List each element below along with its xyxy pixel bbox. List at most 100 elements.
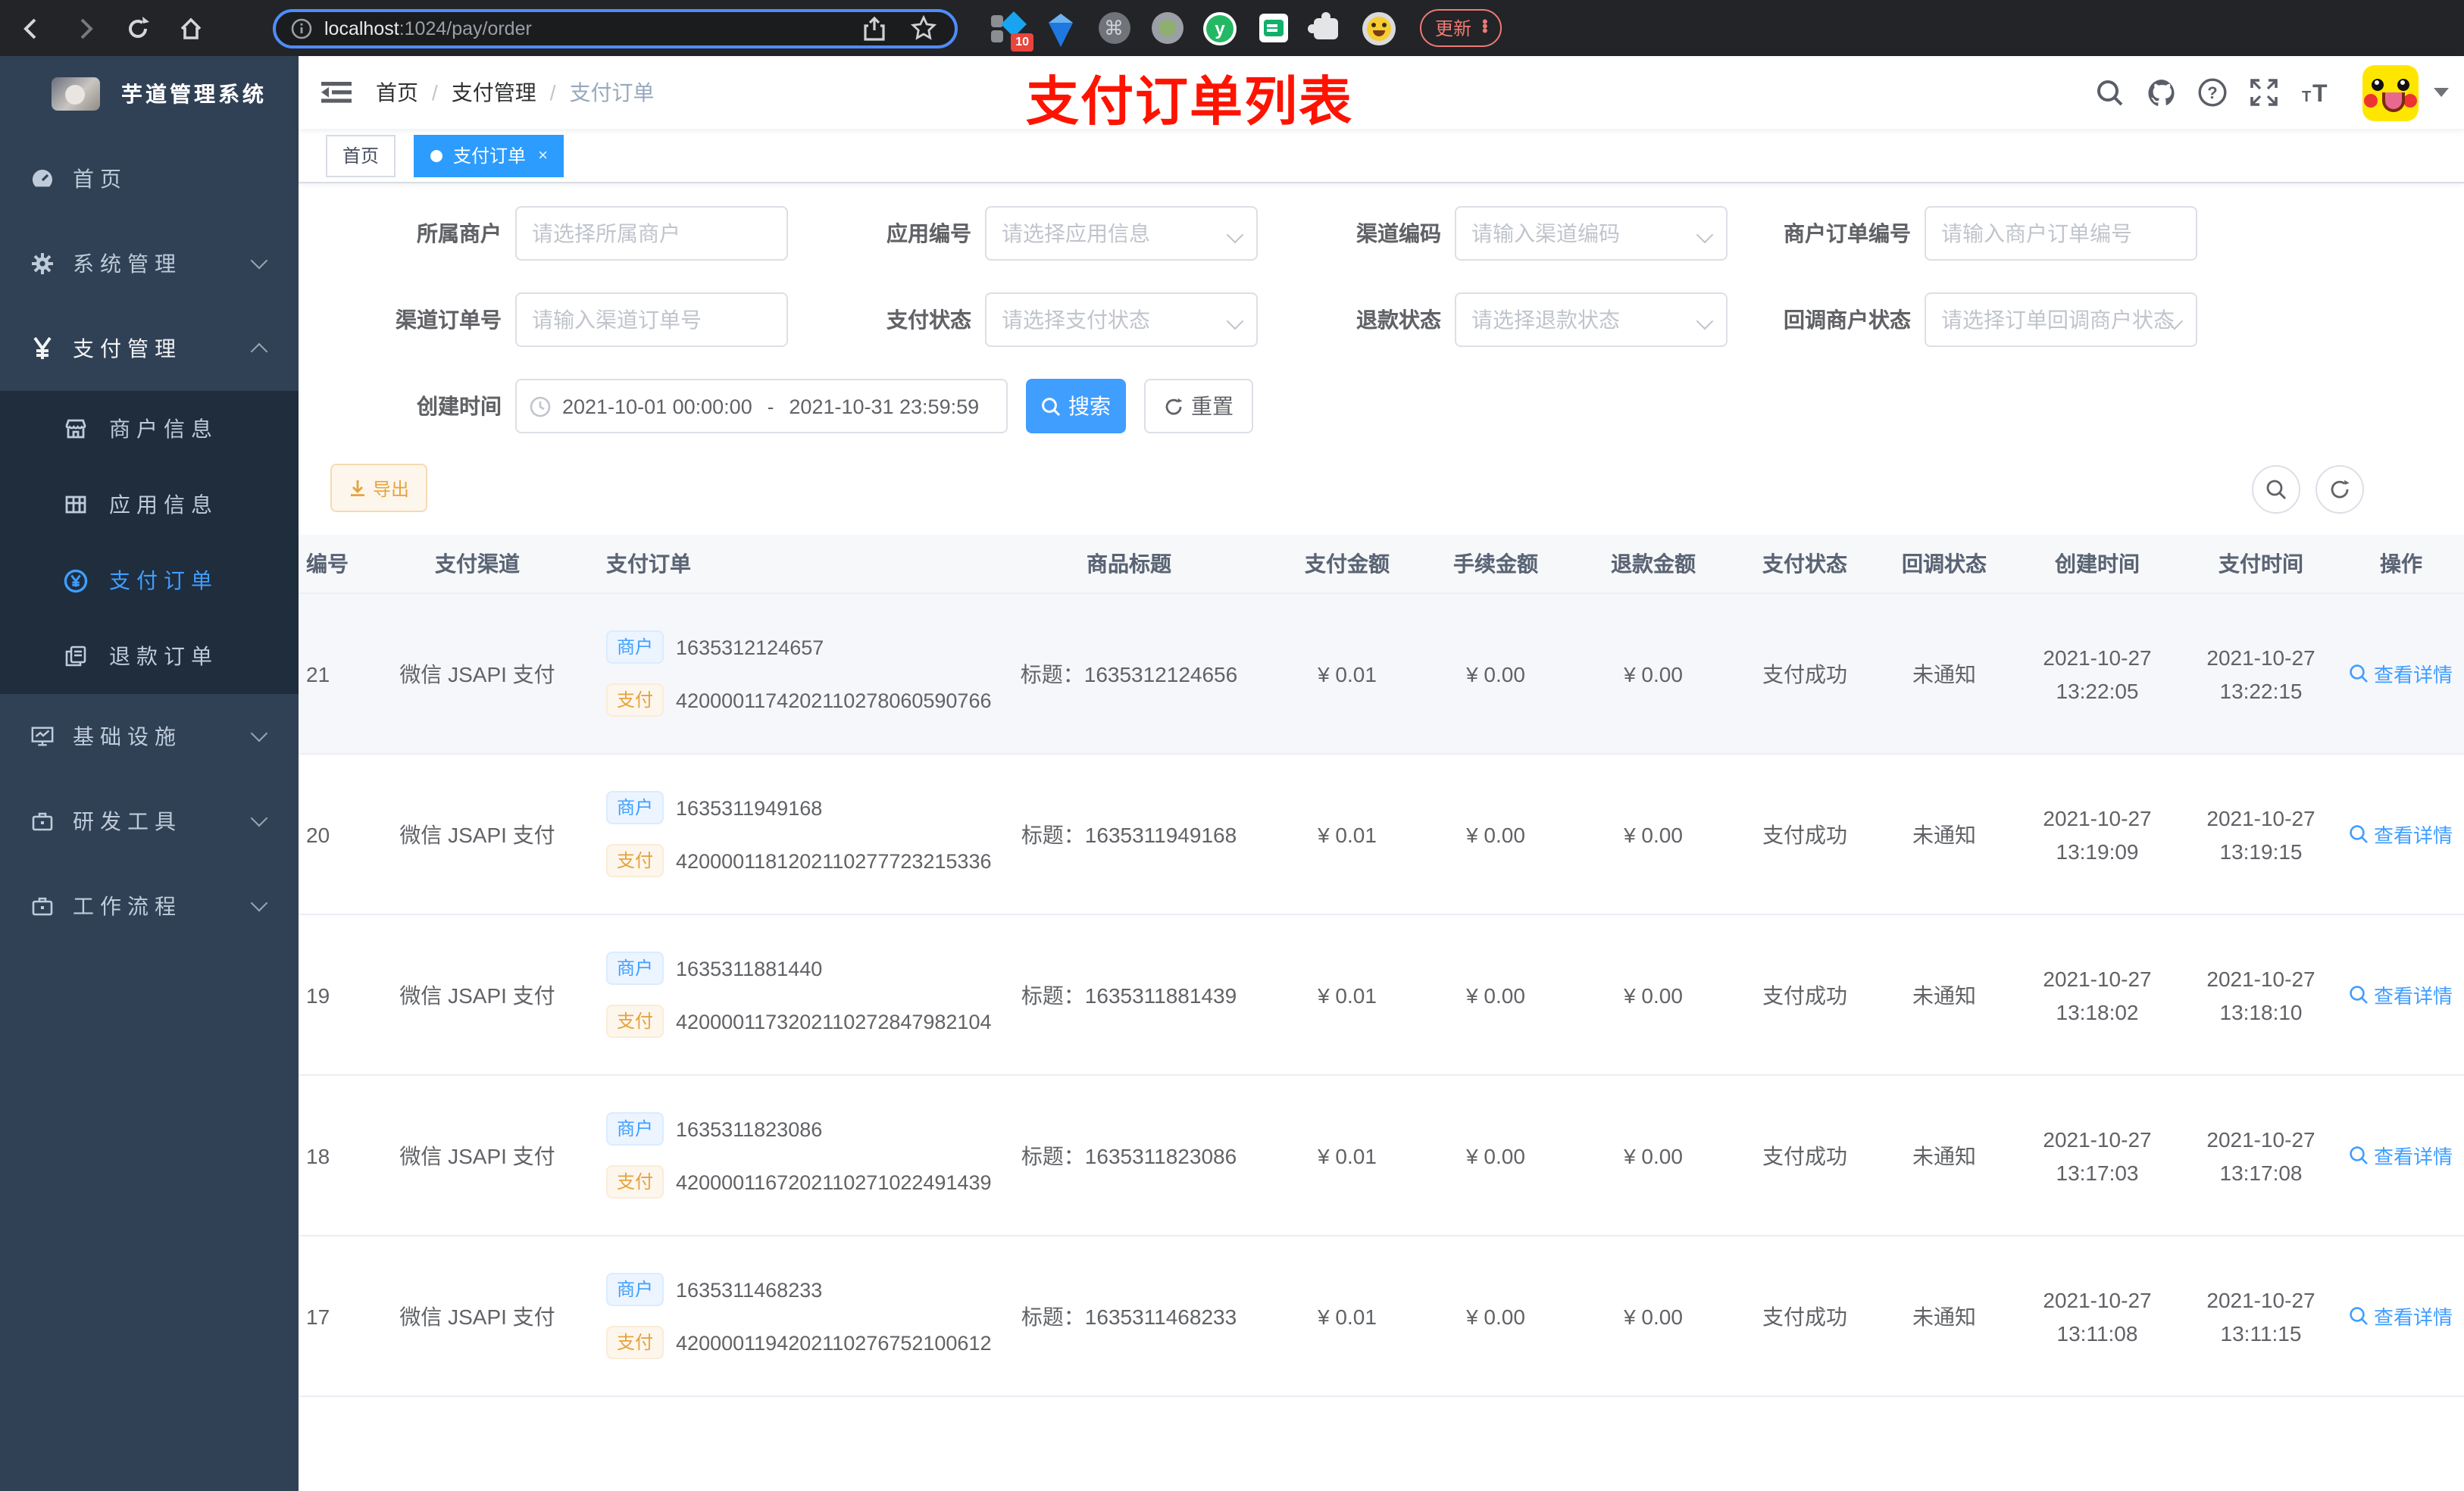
profile-emoji-icon[interactable] bbox=[1362, 11, 1396, 45]
avatar-dropdown-icon[interactable] bbox=[2434, 88, 2449, 97]
yen-icon bbox=[30, 336, 55, 361]
extension-command-icon[interactable]: ⌘ bbox=[1097, 11, 1130, 45]
share-icon[interactable] bbox=[858, 11, 891, 45]
collapse-sidebar-icon[interactable] bbox=[321, 77, 352, 108]
header-search-icon[interactable] bbox=[2093, 76, 2126, 109]
cell-amount: ¥ 0.01 bbox=[1318, 661, 1377, 686]
github-icon[interactable] bbox=[2144, 76, 2178, 109]
refresh-table-button[interactable] bbox=[2315, 465, 2364, 514]
sidebar-item-3[interactable]: 商户信息 bbox=[0, 391, 299, 467]
url-path: :1024/pay/order bbox=[399, 17, 532, 39]
extension-yuque-icon[interactable]: y bbox=[1203, 11, 1237, 45]
search-button[interactable]: 搜索 bbox=[1026, 379, 1126, 433]
filter-input[interactable]: 请输入渠道订单号 bbox=[515, 292, 788, 347]
view-detail-link[interactable]: 查看详情 bbox=[2350, 1141, 2453, 1170]
breadcrumb-separator: / bbox=[432, 80, 438, 105]
url-host: localhost bbox=[324, 17, 399, 39]
help-icon[interactable]: ? bbox=[2196, 76, 2229, 109]
breadcrumb-item-1[interactable]: 支付管理 bbox=[452, 77, 536, 108]
view-detail-link[interactable]: 查看详情 bbox=[2350, 980, 2453, 1009]
date-range-picker[interactable]: 2021-10-01 00:00:00 - 2021-10-31 23:59:5… bbox=[515, 379, 1008, 433]
sidebar-item-4[interactable]: 应用信息 bbox=[0, 467, 299, 542]
reload-icon[interactable] bbox=[121, 11, 155, 45]
user-avatar[interactable] bbox=[2362, 64, 2419, 120]
cell-title: 标题：1635312124656 bbox=[1020, 661, 1238, 686]
tab-0[interactable]: 首页 bbox=[326, 134, 396, 177]
extensions-puzzle-icon[interactable] bbox=[1308, 11, 1343, 45]
sidebar-menu: 首页 系统管理 支付管理 商户信息 应用信息 支付订单 退款订单基础设施研发工具工作流程 bbox=[0, 136, 299, 949]
filter-input[interactable]: 请选择所属商户 bbox=[515, 206, 788, 261]
filter-select[interactable]: 请输入渠道编码 bbox=[1455, 206, 1728, 261]
extension-diamond-icon[interactable]: 10 bbox=[991, 11, 1033, 51]
cell-notify: 未通知 bbox=[1912, 1304, 1976, 1328]
sidebar-item-label: 工作流程 bbox=[73, 894, 182, 918]
sidebar-item-1[interactable]: 系统管理 bbox=[0, 221, 299, 306]
sidebar-item-9[interactable]: 工作流程 bbox=[0, 864, 299, 949]
breadcrumb-item-0[interactable]: 首页 bbox=[376, 77, 418, 108]
sidebar-item-2[interactable]: 支付管理 bbox=[0, 306, 299, 391]
address-bar[interactable]: localhost:1024/pay/order bbox=[273, 8, 958, 48]
column-header-1: 支付渠道 bbox=[435, 552, 520, 576]
filter-group-5: 支付状态 请选择支付状态 bbox=[800, 292, 1270, 347]
cell-fee: ¥ 0.00 bbox=[1466, 1304, 1525, 1328]
browser-menu-icon[interactable]: • • • bbox=[1482, 14, 1488, 40]
date-start-value: 2021-10-01 00:00:00 bbox=[562, 395, 752, 417]
fullscreen-icon[interactable] bbox=[2247, 76, 2281, 109]
filter-select[interactable]: 请选择支付状态 bbox=[985, 292, 1258, 347]
view-detail-link[interactable]: 查看详情 bbox=[2350, 1302, 2453, 1330]
extension-chat-icon[interactable] bbox=[1256, 11, 1290, 45]
back-icon[interactable] bbox=[15, 11, 48, 45]
cell-id: 18 bbox=[306, 1143, 330, 1167]
view-detail-link[interactable]: 查看详情 bbox=[2350, 820, 2453, 849]
bookmark-star-icon[interactable] bbox=[906, 11, 940, 45]
tab-close-icon[interactable]: × bbox=[538, 146, 548, 164]
cell-channel: 微信 JSAPI 支付 bbox=[399, 661, 555, 686]
filter-select[interactable]: 请选择退款状态 bbox=[1455, 292, 1728, 347]
cell-create-time: 2021-10-27 13:22:05 bbox=[2043, 645, 2152, 702]
home-icon[interactable] bbox=[174, 11, 208, 45]
cell-id: 19 bbox=[306, 983, 330, 1007]
cell-pay-time: 2021-10-27 13:22:15 bbox=[2206, 645, 2315, 702]
sidebar-item-7[interactable]: 基础设施 bbox=[0, 694, 299, 779]
filter-group-7: 回调商户状态 请选择订单回调商户状态 bbox=[1740, 292, 2209, 347]
cell-notify: 未通知 bbox=[1912, 983, 1976, 1007]
sidebar-item-0[interactable]: 首页 bbox=[0, 136, 299, 221]
filter-input[interactable]: 请输入商户订单编号 bbox=[1925, 206, 2197, 261]
briefcase-icon bbox=[30, 809, 55, 833]
reset-button[interactable]: 重置 bbox=[1144, 379, 1253, 433]
site-info-icon[interactable] bbox=[291, 17, 312, 39]
filter-select[interactable]: 请选择应用信息 bbox=[985, 206, 1258, 261]
sidebar-item-6[interactable]: 退款订单 bbox=[0, 618, 299, 694]
filter-select[interactable]: 请选择订单回调商户状态 bbox=[1925, 292, 2197, 347]
merchant-order-no: 1635312124657 bbox=[676, 636, 824, 658]
extension-kite-icon[interactable] bbox=[1044, 11, 1077, 46]
view-detail-link[interactable]: 查看详情 bbox=[2350, 659, 2453, 688]
sidebar-item-5[interactable]: 支付订单 bbox=[0, 542, 299, 618]
column-header-0: 编号 bbox=[306, 552, 349, 576]
sidebar-item-label: 基础设施 bbox=[73, 724, 182, 749]
column-header-2: 支付订单 bbox=[606, 552, 691, 576]
chrome-update-button[interactable]: 更新 • • • bbox=[1420, 9, 1502, 47]
chevron-down-icon bbox=[1696, 226, 1714, 244]
export-button[interactable]: 导出 bbox=[330, 464, 427, 512]
toggle-search-button[interactable] bbox=[2252, 465, 2300, 514]
cell-action: 查看详情 bbox=[2338, 1141, 2464, 1170]
extension-record-icon[interactable] bbox=[1150, 11, 1184, 45]
pay-order-no: 4200001181202110277723215336 bbox=[676, 849, 992, 872]
column-header-10: 支付时间 bbox=[2219, 552, 2303, 576]
chevron-down-icon bbox=[250, 894, 268, 912]
filter-label: 支付状态 bbox=[886, 308, 971, 332]
chevron-down-icon bbox=[250, 809, 268, 827]
placeholder-text: 请选择订单回调商户状态 bbox=[1941, 308, 2175, 332]
sidebar-logo[interactable]: 芋道管理系统 bbox=[0, 56, 299, 132]
font-size-icon[interactable]: TT bbox=[2299, 76, 2332, 109]
sidebar-item-8[interactable]: 研发工具 bbox=[0, 779, 299, 864]
filter-group-6: 退款状态 请选择退款状态 bbox=[1270, 292, 1740, 347]
placeholder-text: 请选择支付状态 bbox=[1002, 308, 1150, 332]
yen-circle-icon bbox=[64, 568, 88, 592]
forward-icon[interactable] bbox=[68, 11, 102, 45]
view-detail-label: 查看详情 bbox=[2373, 985, 2453, 1008]
tab-1[interactable]: 支付订单 × bbox=[414, 134, 564, 177]
cell-amount: ¥ 0.01 bbox=[1318, 983, 1377, 1007]
merchant-badge: 商户 bbox=[606, 630, 664, 664]
